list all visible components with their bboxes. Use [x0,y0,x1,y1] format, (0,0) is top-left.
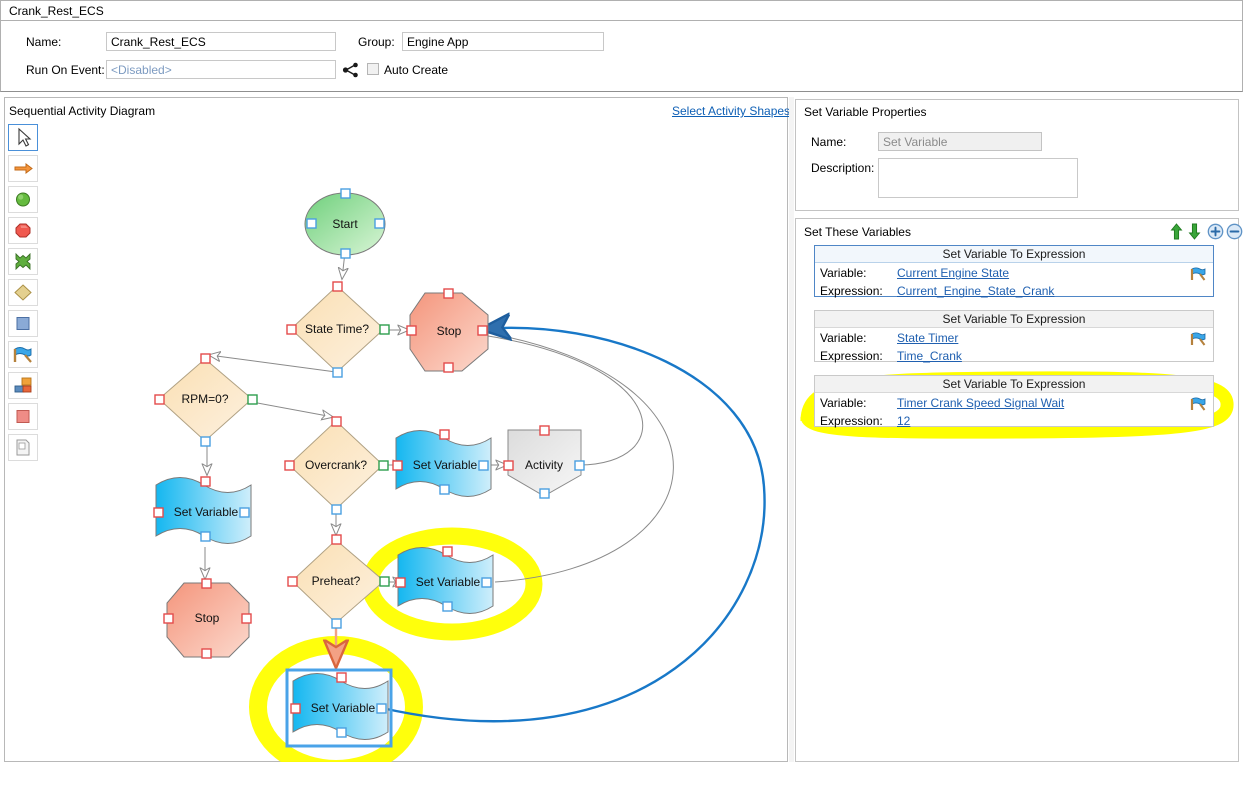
group-label: Group: [358,35,395,49]
move-up-button[interactable] [1170,223,1183,244]
variable-value-link[interactable]: Current Engine State [897,266,1009,280]
node-rpm-zero[interactable]: RPM=0? [154,353,258,447]
node-state-time-label: State Time? [305,322,369,336]
expression-label: Expression: [820,349,883,363]
expression-label: Expression: [820,284,883,298]
node-set-variable-left-label: Set Variable [174,505,239,519]
move-down-button[interactable] [1188,223,1201,244]
edit-flag-icon[interactable] [1189,266,1207,285]
node-overcrank[interactable]: Overcrank? [284,416,389,515]
variable-card[interactable]: Set Variable To Expression Variable: Sta… [814,310,1214,363]
node-set-variable-selected-label: Set Variable [311,701,376,715]
node-set-variable-mid[interactable]: Set Variable [392,429,492,497]
diagram-canvas[interactable]: Start State Time? Stop RPM=0? Overcrank?… [4,97,788,762]
node-set-variable-preheat[interactable]: Set Variable [395,546,494,614]
edit-flag-icon[interactable] [1189,396,1207,415]
expression-value-link[interactable]: 12 [897,414,910,428]
properties-description-label: Description: [811,161,875,175]
diagram-nodes: Start State Time? Stop RPM=0? Overcrank?… [153,188,585,748]
node-rpm-zero-label: RPM=0? [181,392,228,406]
variable-value-link[interactable]: Timer Crank Speed Signal Wait [897,396,1064,410]
properties-panel-title: Set Variable Properties [804,105,927,119]
variable-card[interactable]: Set Variable To Expression Variable: Tim… [814,375,1214,428]
node-overcrank-label: Overcrank? [305,458,367,472]
variables-panel-title: Set These Variables [804,225,911,239]
plus-circle-icon [1207,223,1224,240]
node-activity[interactable]: Activity [503,425,585,499]
group-input[interactable] [402,32,604,51]
minus-circle-icon [1226,223,1243,240]
set-these-variables-panel: Set These Variables Set Variable To Expr… [795,218,1243,762]
panel-splitter[interactable] [789,97,794,762]
share-branch-icon[interactable] [342,62,359,81]
node-set-variable-selected[interactable]: Set Variable [285,668,393,748]
variable-label: Variable: [820,266,867,280]
node-state-time[interactable]: State Time? [286,281,390,378]
node-stop-left[interactable]: Stop [163,578,252,659]
node-preheat-label: Preheat? [312,574,361,588]
variable-card[interactable]: Set Variable To Expression Variable: Cur… [814,245,1214,298]
node-start-label: Start [332,217,358,231]
node-set-variable-preheat-label: Set Variable [416,575,481,589]
node-start[interactable]: Start [304,188,386,259]
node-set-variable-left[interactable]: Set Variable [153,476,252,544]
window-title-bar: Crank_Rest_ECS [0,0,1243,21]
run-on-event-label: Run On Event: [26,63,105,77]
header-form: Name: Group: Run On Event: Auto Create [0,21,1243,92]
auto-create-label: Auto Create [384,63,449,77]
arrow-down-icon [1188,223,1201,240]
window-title: Crank_Rest_ECS [9,4,104,18]
variable-card-header: Set Variable To Expression [815,246,1213,263]
properties-name-label: Name: [811,135,847,149]
set-variable-properties-panel: Set Variable Properties Name: Descriptio… [795,99,1239,211]
arrow-up-icon [1170,223,1183,240]
expression-value-link[interactable]: Time_Crank [897,349,962,363]
node-stop-top-label: Stop [437,324,462,338]
node-set-variable-mid-label: Set Variable [413,458,478,472]
name-input[interactable] [106,32,336,51]
properties-name-input[interactable] [878,132,1042,151]
add-variable-button[interactable] [1207,223,1224,243]
expression-value-link[interactable]: Current_Engine_State_Crank [897,284,1054,298]
variable-value-link[interactable]: State Timer [897,331,958,345]
node-activity-label: Activity [525,458,563,472]
variable-card-header: Set Variable To Expression [815,311,1213,328]
edit-flag-icon[interactable] [1189,331,1207,350]
run-on-event-input[interactable] [106,60,336,79]
properties-description-input[interactable] [878,158,1078,198]
node-stop-top[interactable]: Stop [406,288,489,373]
variable-label: Variable: [820,331,867,345]
name-label: Name: [26,35,62,49]
variable-card-header: Set Variable To Expression [815,376,1213,393]
auto-create-checkbox[interactable] [367,63,379,75]
remove-variable-button[interactable] [1226,223,1243,243]
node-preheat[interactable]: Preheat? [287,534,390,629]
variable-label: Variable: [820,396,867,410]
node-stop-left-label: Stop [195,611,220,625]
expression-label: Expression: [820,414,883,428]
